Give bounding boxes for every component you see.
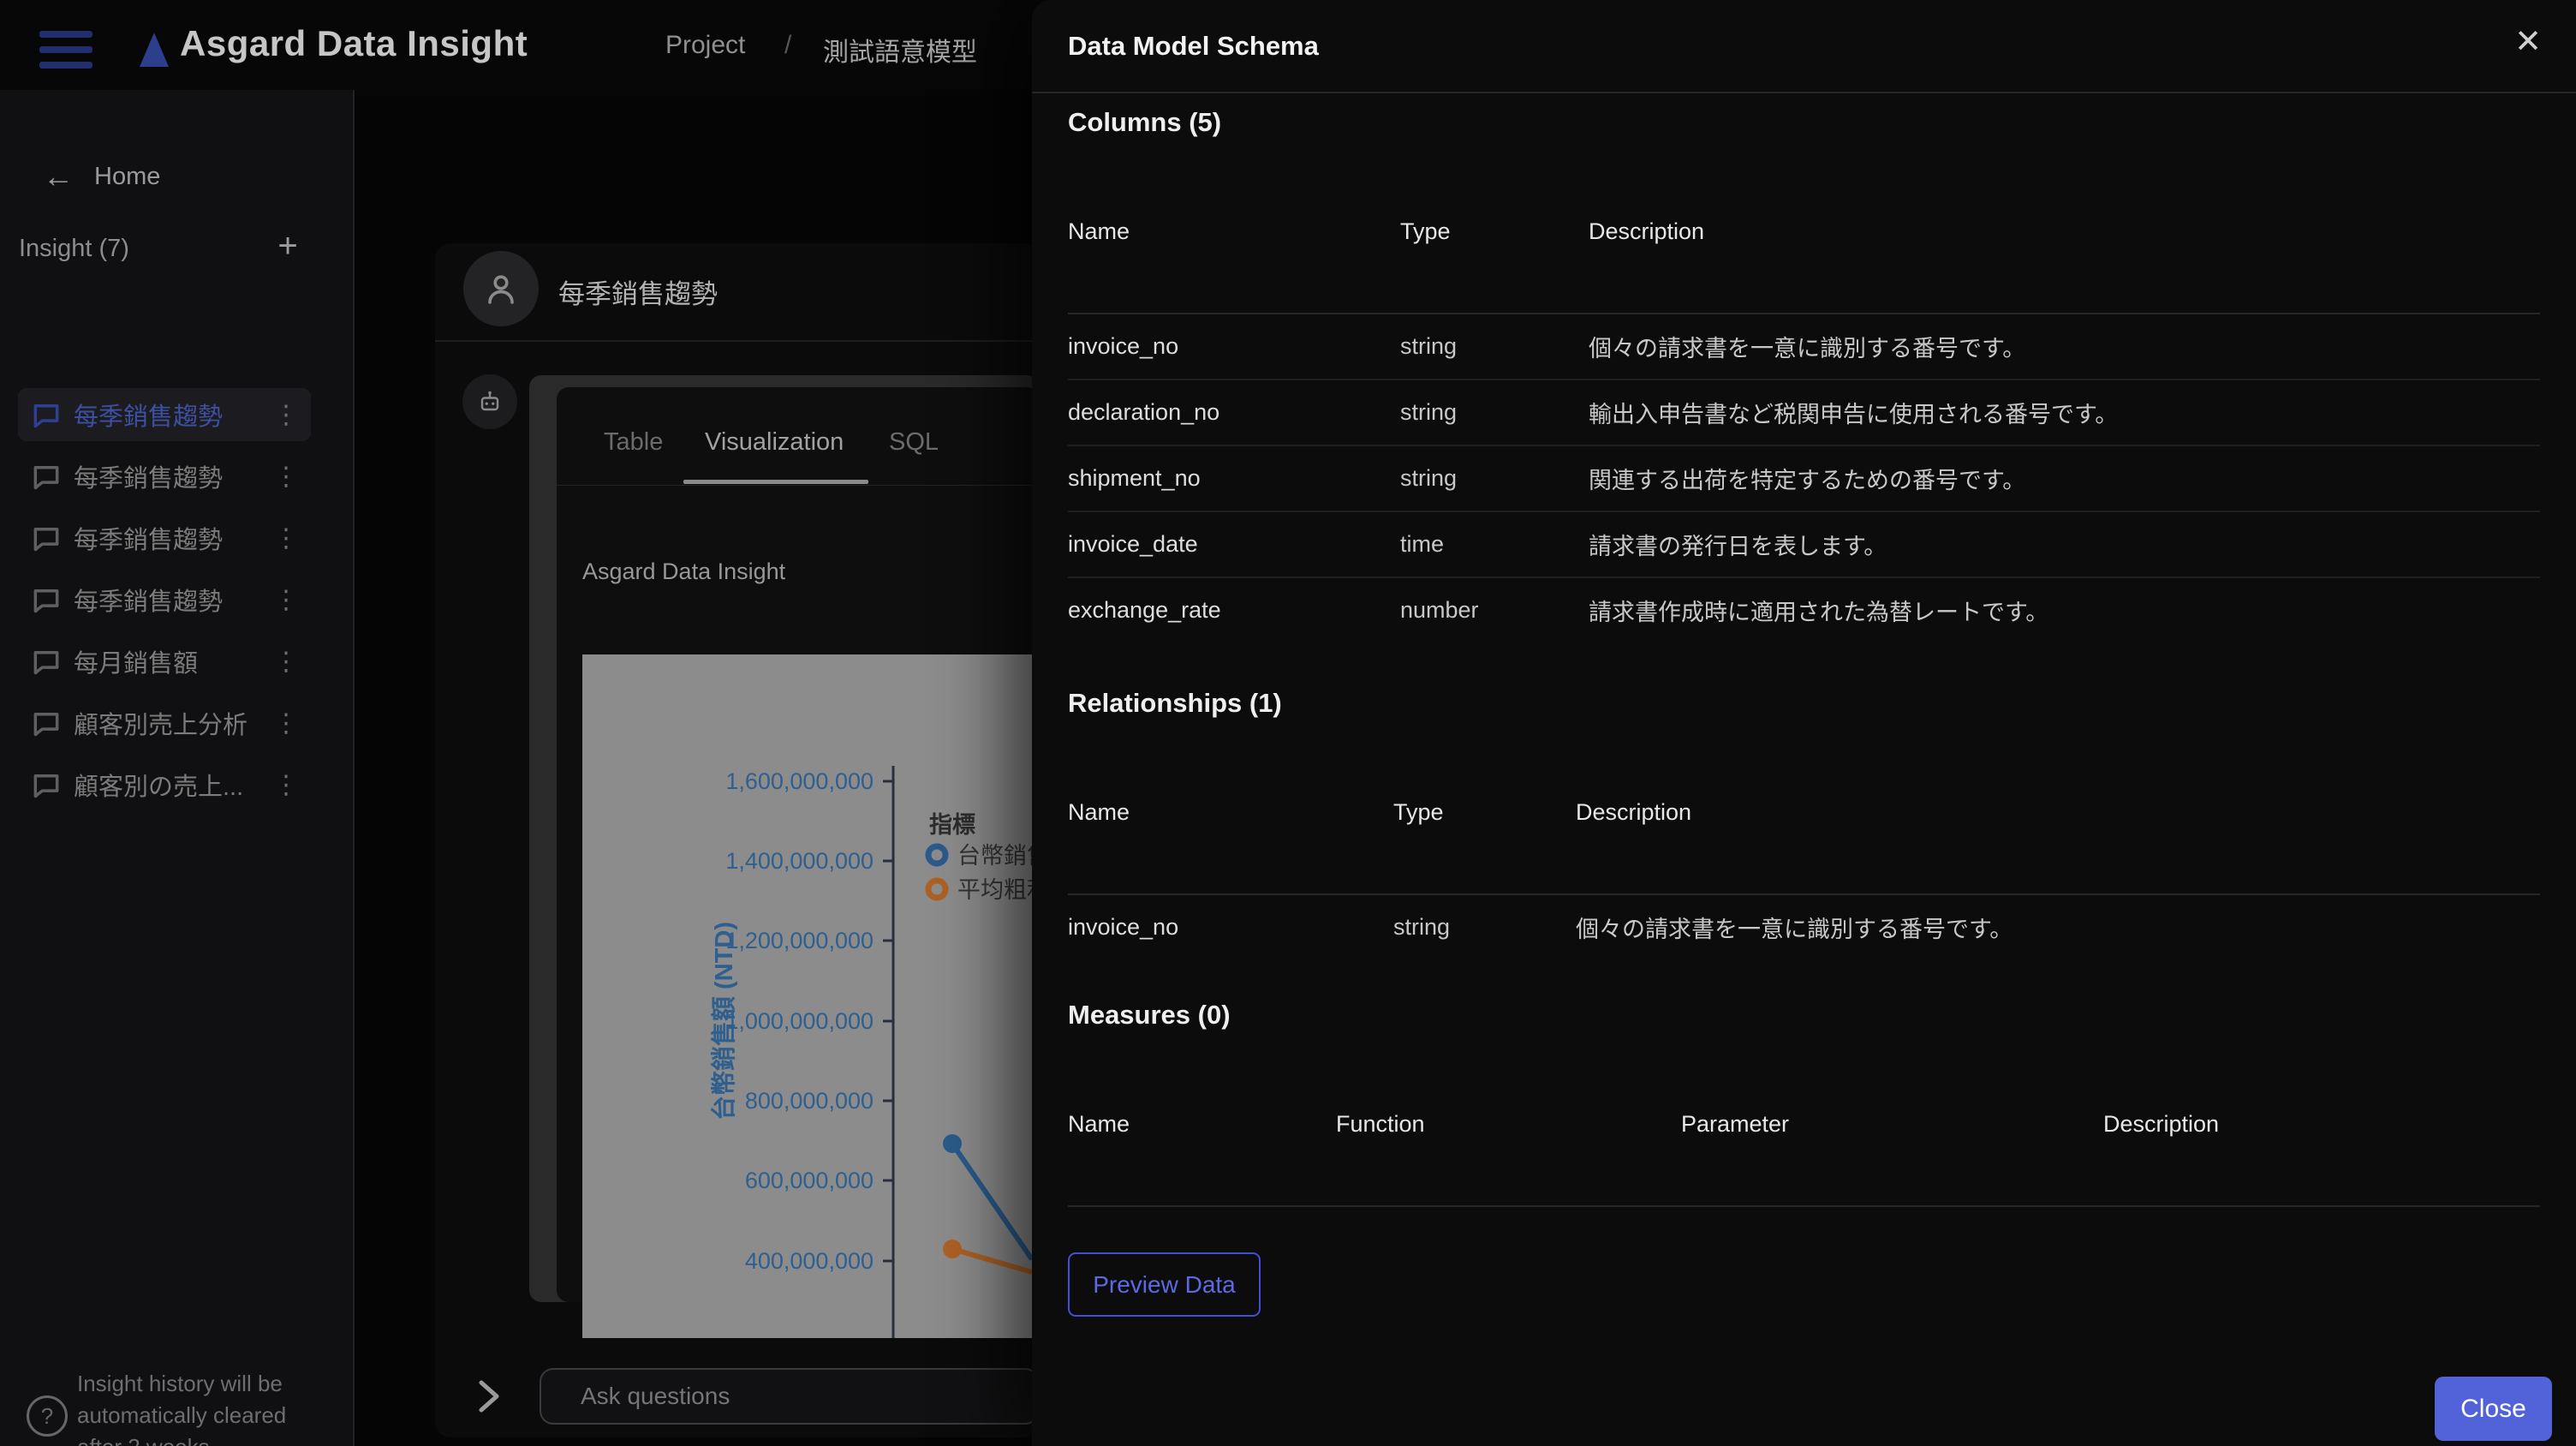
svg-text:400,000,000: 400,000,000 (745, 1248, 874, 1274)
sidebar-home-button[interactable]: ← Home (43, 159, 160, 194)
sidebar-item-insight-3[interactable]: 每季銷售趨勢 ⋮ (18, 511, 311, 565)
sidebar: ← Home Insight (7) + 每季銷售趨勢 ⋮ 每季銷售趨勢 ⋮ 每… (0, 90, 355, 1446)
item-menu-icon[interactable]: ⋮ (273, 523, 299, 553)
legend-title: 指標 (929, 812, 975, 838)
chat-bubble-icon (29, 768, 63, 801)
svg-text:1,400,000,000: 1,400,000,000 (725, 848, 874, 874)
table-row: invoice_date time 請求書の発行日を表します。 (1068, 512, 2540, 578)
legend-label-margin[interactable]: 平均粗利 (957, 877, 1032, 903)
back-arrow-icon: ← (43, 158, 74, 194)
chart-brand-label: Asgard Data Insight (582, 559, 786, 584)
home-label: Home (94, 162, 161, 190)
sidebar-item-insight-2[interactable]: 每季銷售趨勢 ⋮ (18, 450, 311, 503)
active-tab-underline (683, 480, 868, 484)
chat-bubble-icon (29, 460, 63, 493)
chat-bubble-icon (29, 645, 63, 678)
sidebar-item-label: 每季銷售趨勢 (74, 465, 224, 493)
data-point-sales[interactable] (943, 1134, 962, 1153)
svg-text:1,000,000,000: 1,000,000,000 (725, 1008, 874, 1034)
item-menu-icon[interactable]: ⋮ (273, 585, 299, 615)
svg-text:1,200,000,000: 1,200,000,000 (725, 928, 874, 953)
item-menu-icon[interactable]: ⋮ (273, 400, 299, 430)
sidebar-item-label: 每季銷售趨勢 (74, 403, 224, 431)
item-menu-icon[interactable]: ⋮ (273, 708, 299, 738)
data-model-schema-modal: Data Model Schema ✕ Columns (5) Name Typ… (1032, 0, 2576, 1446)
legend-label-sales[interactable]: 台幣銷售 (957, 843, 1032, 869)
breadcrumb-page: 測試語意模型 (823, 39, 977, 67)
table-row: shipment_no string 関連する出荷を特定するための番号です。 (1068, 446, 2540, 512)
ask-questions-input[interactable] (540, 1368, 1039, 1425)
y-axis-title: 台幣銷售額 (NTD) (709, 922, 738, 1120)
breadcrumb-separator: / (784, 31, 792, 59)
table-row: invoice_no string 個々の請求書を一意に識別する番号です。 (1068, 314, 2540, 380)
columns-heading: Columns (5) (1068, 107, 1222, 137)
chat-bubble-icon (29, 707, 63, 739)
tab-table[interactable]: Table (604, 428, 663, 457)
relationships-table-header: Name Type Description (1068, 797, 2540, 895)
question-title: 每季銷售趨勢 (558, 279, 718, 309)
measures-table-header: Name Function Parameter Description (1068, 1108, 2540, 1207)
preview-data-button[interactable]: Preview Data (1068, 1252, 1261, 1317)
relationships-heading: Relationships (1) (1068, 688, 1282, 718)
item-menu-icon[interactable]: ⋮ (273, 462, 299, 492)
robot-icon (480, 391, 499, 411)
chat-bubble-icon (29, 583, 63, 616)
tab-sql[interactable]: SQL (889, 428, 939, 457)
quarterly-sales-chart: 1,600,000,000 1,400,000,000 1,200,000,00… (582, 654, 1032, 1338)
sidebar-item-label: 每月銷售額 (74, 650, 199, 678)
tabs-divider (557, 485, 1039, 486)
table-row: invoice_no string 個々の請求書を一意に識別する番号です。 (1068, 914, 2013, 942)
data-point-margin[interactable] (943, 1240, 962, 1258)
hamburger-menu-icon[interactable] (39, 31, 92, 69)
tab-visualization[interactable]: Visualization (705, 428, 844, 457)
close-icon[interactable]: ✕ (2514, 22, 2542, 61)
measures-heading: Measures (0) (1068, 1000, 1231, 1030)
person-icon (488, 275, 514, 304)
app-title: Asgard Data Insight (180, 23, 528, 63)
history-info-icon: ? (27, 1395, 68, 1437)
sidebar-item-insight-4[interactable]: 每季銷售趨勢 ⋮ (18, 573, 311, 626)
chat-bubble-icon (29, 522, 63, 554)
collapse-chevron-icon[interactable] (471, 1374, 505, 1419)
chart-plot-background (582, 654, 1032, 1338)
modal-title: Data Model Schema (1068, 31, 1319, 61)
breadcrumb-project[interactable]: Project (665, 31, 745, 60)
sidebar-item-label: 顧客別の売上... (74, 774, 244, 801)
svg-text:600,000,000: 600,000,000 (745, 1168, 874, 1193)
chat-bubble-icon (29, 398, 63, 431)
sidebar-item-insight-5[interactable]: 每月銷售額 ⋮ (18, 635, 311, 688)
history-note: Insight history will be automatically cl… (77, 1371, 287, 1446)
columns-table-header: Name Type Description (1068, 216, 2540, 314)
app-logo-triangle-icon (140, 33, 169, 67)
add-insight-button[interactable]: + (269, 227, 307, 265)
table-row: exchange_rate number 請求書作成時に適用された為替レートです… (1068, 597, 2049, 625)
sidebar-item-insight-7[interactable]: 顧客別の売上... ⋮ (18, 758, 311, 811)
sidebar-item-label: 每季銷售趨勢 (74, 589, 224, 616)
user-avatar (463, 251, 539, 326)
sidebar-item-label: 顧客別売上分析 (74, 712, 248, 739)
sidebar-item-insight-1[interactable]: 每季銷售趨勢 ⋮ (18, 388, 311, 441)
svg-text:800,000,000: 800,000,000 (745, 1088, 874, 1114)
insight-section-title: Insight (7) (19, 235, 129, 262)
table-row: declaration_no string 輸出入申告書など税関申告に使用される… (1068, 380, 2540, 446)
panel-divider (435, 340, 1039, 342)
close-button[interactable]: Close (2435, 1377, 2552, 1441)
sidebar-item-insight-6[interactable]: 顧客別売上分析 ⋮ (18, 696, 311, 750)
item-menu-icon[interactable]: ⋮ (273, 647, 299, 677)
item-menu-icon[interactable]: ⋮ (273, 770, 299, 800)
svg-text:1,600,000,000: 1,600,000,000 (725, 768, 874, 794)
bot-avatar (462, 374, 517, 429)
screen: Asgard Data Insight Project / 測試語意模型 ← H… (0, 0, 2576, 1446)
sidebar-item-label: 每季銷售趨勢 (74, 527, 224, 554)
modal-body: Columns (5) Name Type Description invoic… (1068, 93, 2540, 1446)
